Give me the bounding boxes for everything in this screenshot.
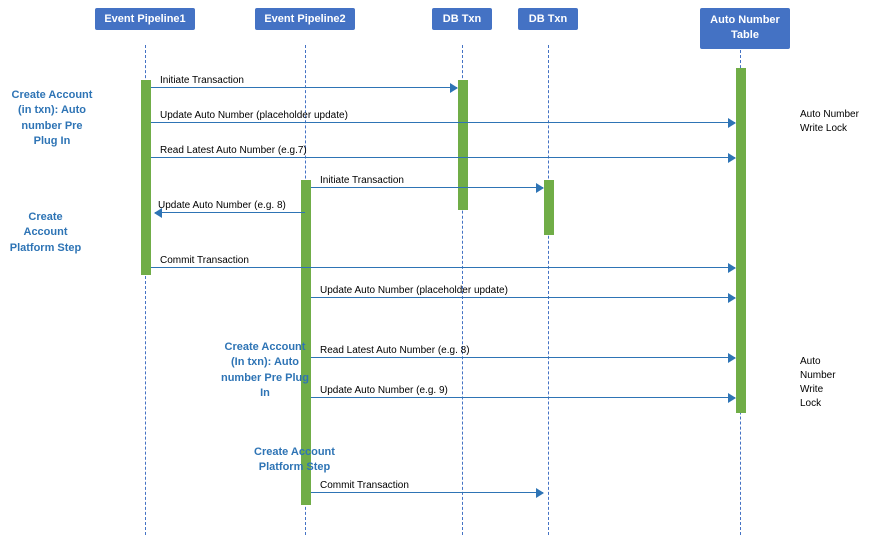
activation-bar-ant1: [736, 68, 746, 283]
activation-bar-ant2: [736, 283, 746, 413]
label-read-latest-2: Read Latest Auto Number (e.g. 8): [320, 345, 470, 356]
label-commit-txn2: Commit Transaction: [320, 480, 409, 491]
label-initiate-txn: Initiate Transaction: [160, 75, 244, 86]
arrow-update-auto-8: [155, 212, 305, 213]
arrow-update-auto-placeholder2: [311, 297, 735, 298]
arrow-read-latest-2: [311, 357, 735, 358]
label-update-auto-num-1: Update Auto Number (placeholder update): [160, 110, 348, 121]
sequence-diagram: Event Pipeline1 Event Pipeline2 DB Txn D…: [0, 0, 869, 535]
label-update-auto-placeholder2: Update Auto Number (placeholder update): [320, 285, 508, 296]
activation-bar-dbtxn1: [458, 80, 468, 210]
right-label-write-lock-2: AutoNumberWriteLock: [800, 355, 836, 411]
label-update-auto-9: Update Auto Number (e.g. 9): [320, 385, 448, 396]
arrow-commit-txn1: [151, 267, 735, 268]
lifeline-dbtxn2: DB Txn: [518, 8, 578, 30]
lifeline-ep2: Event Pipeline2: [255, 8, 355, 30]
lifeline-ant: Auto NumberTable: [700, 8, 790, 49]
arrow-update-auto-9: [311, 397, 735, 398]
side-label-create-account-1: Create Account (in txn): Auto number Pre…: [8, 88, 96, 150]
arrow-initiate-txn2: [311, 187, 543, 188]
right-label-write-lock-1: Auto NumberWrite Lock: [800, 108, 859, 136]
activation-bar-dbtxn2: [544, 180, 554, 235]
label-read-latest-1: Read Latest Auto Number (e.g.7): [160, 145, 307, 156]
arrow-commit-txn2: [311, 492, 543, 493]
lifeline-line-dbtxn2: [548, 45, 549, 535]
arrow-initiate-txn: [151, 87, 457, 88]
side-label-create-account-platform-1: Create Account Platform Step: [8, 210, 83, 256]
label-commit-txn1: Commit Transaction: [160, 255, 249, 266]
side-label-create-account-2: Create Account (In txn): Auto number Pre…: [220, 340, 310, 402]
label-initiate-txn2: Initiate Transaction: [320, 175, 404, 186]
activation-bar-ep1: [141, 80, 151, 275]
side-label-create-account-platform-2: Create Account Platform Step: [252, 445, 337, 476]
arrow-read-latest-1: [151, 157, 735, 158]
arrow-update-auto-num-1: [151, 122, 735, 123]
lifeline-ep1: Event Pipeline1: [95, 8, 195, 30]
lifeline-dbtxn1: DB Txn: [432, 8, 492, 30]
label-update-auto-8: Update Auto Number (e.g. 8): [158, 200, 286, 211]
